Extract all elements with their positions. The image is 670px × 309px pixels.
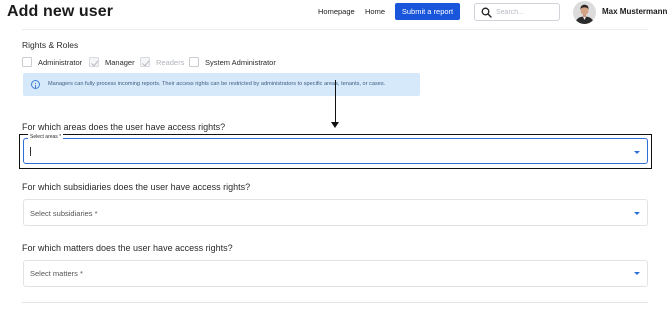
text-caret xyxy=(30,147,31,156)
areas-question: For which areas does the user have acces… xyxy=(22,122,226,132)
user-photo xyxy=(573,1,596,24)
divider xyxy=(22,302,648,303)
role-label: Manager xyxy=(105,57,135,67)
info-icon xyxy=(31,80,40,89)
avatar[interactable] xyxy=(573,1,596,24)
divider xyxy=(22,29,648,30)
manager-checkbox xyxy=(89,57,99,67)
nav-link-home[interactable]: Home xyxy=(365,7,385,16)
matters-question: For which matters does the user have acc… xyxy=(22,243,233,253)
submit-report-button[interactable]: Submit a report xyxy=(395,3,460,20)
select-matters-input[interactable] xyxy=(23,260,648,287)
chevron-down-icon[interactable] xyxy=(634,212,640,215)
role-label: Readers xyxy=(156,57,185,67)
page-title: Add new user xyxy=(7,3,114,20)
select-areas-label: Select areas * xyxy=(28,134,64,140)
annotation-arrow-shaft xyxy=(334,80,336,122)
role-label: Administrator xyxy=(38,57,83,67)
search-input[interactable] xyxy=(496,6,556,18)
chevron-down-icon[interactable] xyxy=(634,272,640,275)
annotation-arrow-head xyxy=(331,122,339,128)
search-box[interactable] xyxy=(474,3,560,21)
select-subsidiaries-input[interactable] xyxy=(23,199,648,226)
app-header: Add new user Homepage Home Submit a repo… xyxy=(0,0,670,26)
role-label: System Administrator xyxy=(205,57,276,67)
nav-link-homepage[interactable]: Homepage xyxy=(318,7,355,16)
user-name[interactable]: Max Mustermann xyxy=(602,7,667,16)
select-matters-placeholder: Select matters * xyxy=(30,269,83,278)
subsidiaries-question: For which subsidiaries does the user hav… xyxy=(22,182,251,192)
info-alert: Managers can fully process incoming repo… xyxy=(23,73,420,96)
readers-checkbox xyxy=(140,57,150,67)
chevron-down-icon[interactable] xyxy=(634,151,640,154)
role-manager: Manager xyxy=(89,57,135,67)
search-icon xyxy=(481,7,492,18)
administrator-checkbox[interactable] xyxy=(22,57,32,67)
roles-section-title: Rights & Roles xyxy=(22,40,79,50)
select-areas-input[interactable] xyxy=(23,138,648,164)
role-readers: Readers xyxy=(140,57,184,67)
role-system-administrator[interactable]: System Administrator xyxy=(189,57,276,67)
role-administrator[interactable]: Administrator xyxy=(22,57,82,67)
select-subsidiaries-placeholder: Select subsidiaries * xyxy=(30,209,98,218)
system-administrator-checkbox[interactable] xyxy=(189,57,199,67)
